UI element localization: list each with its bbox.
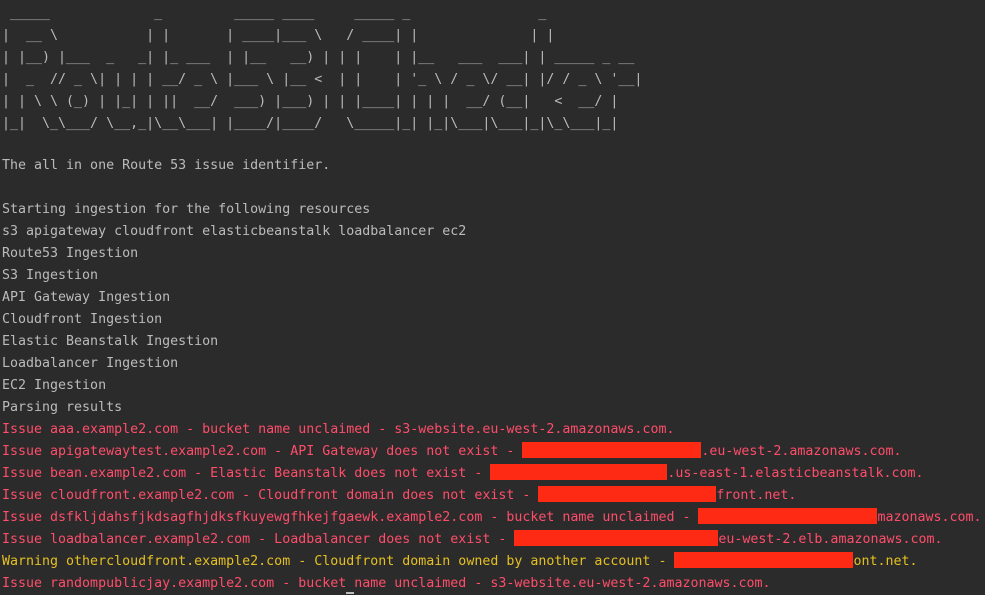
redaction-block [698, 508, 878, 524]
ingestion-step: Parsing results [2, 400, 123, 415]
terminal-window[interactable]: _____ _ _____ ____ _____ _ _ | __ \ | | … [0, 0, 985, 595]
result-text: .eu-west-2.amazonaws.com. [701, 444, 902, 459]
result-text: front.net. [716, 488, 797, 503]
redaction-block [674, 552, 854, 568]
ascii-banner: _____ _ _____ ____ _____ _ _ | __ \ | | … [2, 6, 643, 131]
result-text: Issue bean.example2.com - Elastic Beanst… [2, 466, 491, 481]
result-issue-line: Issue randompublicjay.example2.com - buc… [2, 576, 771, 591]
ingestion-step: Route53 Ingestion [2, 246, 139, 261]
redaction-block [522, 442, 702, 458]
ingestion-step: API Gateway Ingestion [2, 290, 171, 305]
ingestion-resources: s3 apigateway cloudfront elasticbeanstal… [2, 224, 467, 239]
result-text: Issue dsfkljdahsfjkdsagfhjdksfkuyewgfhke… [2, 510, 699, 525]
result-text: ont.net. [853, 554, 918, 569]
result-issue-line: Issue cloudfront.example2.com - Cloudfro… [2, 485, 985, 507]
ingestion-step: Loadbalancer Ingestion [2, 356, 179, 371]
ingestion-step: EC2 Ingestion [2, 378, 107, 393]
tagline: The all in one Route 53 issue identifier… [2, 158, 331, 173]
ingestion-header: Starting ingestion for the following res… [2, 202, 371, 217]
redaction-block [538, 486, 717, 502]
result-warning-line: Warning othercloudfront.example2.com - C… [2, 551, 985, 573]
result-issue-line: Issue bean.example2.com - Elastic Beanst… [2, 463, 985, 485]
result-text: eu-west-2.elb.amazonaws.com. [718, 532, 943, 547]
result-text: Issue loadbalancer.example2.com - Loadba… [2, 532, 515, 547]
text-cursor [346, 592, 354, 594]
result-issue-line: Issue loadbalancer.example2.com - Loadba… [2, 529, 985, 551]
terminal-output: The all in one Route 53 issue identifier… [2, 155, 985, 595]
result-text: Issue cloudfront.example2.com - Cloudfro… [2, 488, 539, 503]
ingestion-step: Elastic Beanstalk Ingestion [2, 334, 219, 349]
result-text: Issue apigatewaytest.example2.com - API … [2, 444, 523, 459]
ingestion-step: S3 Ingestion [2, 268, 99, 283]
redaction-block [490, 464, 668, 480]
result-issue-line: Issue dsfkljdahsfjkdsagfhjdksfkuyewgfhke… [2, 507, 985, 529]
result-text: Warning othercloudfront.example2.com - C… [2, 554, 675, 569]
result-issue-line: Issue apigatewaytest.example2.com - API … [2, 441, 985, 463]
result-text: .us-east-1.elasticbeanstalk.com. [667, 466, 924, 481]
result-text: mazonaws.com. [877, 510, 982, 525]
redaction-block [514, 530, 719, 546]
ingestion-step: Cloudfront Ingestion [2, 312, 163, 327]
result-issue-line: Issue aaa.example2.com - bucket name unc… [2, 422, 675, 437]
